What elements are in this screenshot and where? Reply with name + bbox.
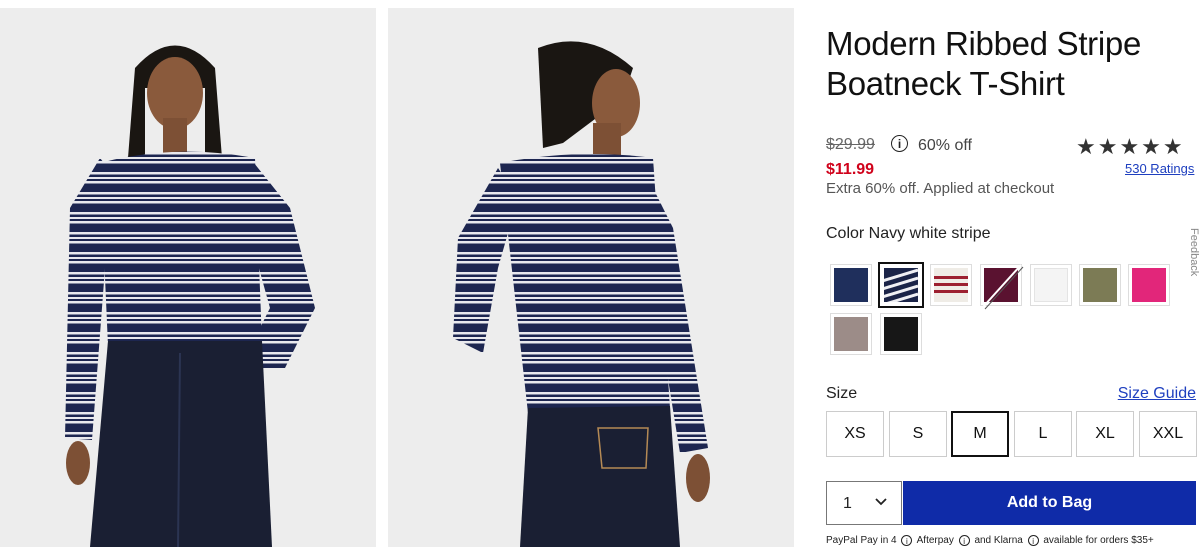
size-s-button[interactable]: S (889, 411, 947, 457)
info-icon[interactable]: i (901, 535, 913, 546)
swatch-white[interactable] (1030, 264, 1072, 306)
swatch-taupe[interactable] (830, 313, 872, 355)
size-xl-button[interactable]: XL (1076, 411, 1134, 457)
swatch-pink[interactable] (1128, 264, 1170, 306)
color-label: Color Navy white stripe (826, 225, 991, 242)
swatch-navy-white-stripe[interactable] (878, 262, 924, 308)
afterpay-text: Afterpay (916, 535, 954, 546)
feedback-tab[interactable]: Feedback (1186, 228, 1200, 290)
info-icon[interactable]: i (958, 535, 970, 546)
klarna-text: Klarna (993, 535, 1023, 546)
payment-options-text: PayPal Pay in 4 i Afterpay i and Klarna … (826, 535, 1154, 546)
swatch-black[interactable] (880, 313, 922, 355)
product-image-back[interactable] (388, 8, 794, 547)
product-image-front[interactable] (0, 8, 376, 547)
add-to-bag-button[interactable]: Add to Bag (903, 481, 1196, 525)
extra-offer-text: Extra 60% off. Applied at checkout (826, 180, 1055, 197)
swatch-olive[interactable] (1079, 264, 1121, 306)
quantity-select[interactable]: 1 (826, 481, 902, 525)
original-price: $29.99 (826, 136, 875, 153)
ratings-link[interactable]: 530 Ratings (1125, 161, 1194, 176)
and-text: and (974, 535, 992, 546)
product-details-panel: Modern Ribbed Stripe Boatneck T-Shirt $2… (826, 0, 1197, 549)
swatch-navy[interactable] (830, 264, 872, 306)
size-xs-button[interactable]: XS (826, 411, 884, 457)
swatch-white-red-stripe[interactable] (930, 264, 972, 306)
sale-price: $11.99 (826, 161, 875, 178)
size-guide-link[interactable]: Size Guide (1118, 385, 1196, 403)
quantity-value: 1 (843, 495, 852, 512)
chevron-down-icon (875, 498, 887, 506)
info-icon[interactable]: i (1027, 535, 1039, 546)
paypal-text: PayPal Pay in 4 (826, 535, 897, 546)
info-icon[interactable]: i (891, 135, 908, 152)
size-m-button[interactable]: M (951, 411, 1009, 457)
star-rating-icon[interactable]: ★★★★★ (1076, 134, 1185, 160)
size-xxl-button[interactable]: XXL (1139, 411, 1197, 457)
swatch-burgundy[interactable] (980, 264, 1024, 310)
product-title: Modern Ribbed Stripe Boatneck T-Shirt (826, 25, 1142, 102)
payment-note: available for orders $35+ (1043, 535, 1154, 546)
size-label: Size (826, 385, 858, 402)
size-l-button[interactable]: L (1014, 411, 1072, 457)
percent-off: 60% off (918, 137, 972, 154)
